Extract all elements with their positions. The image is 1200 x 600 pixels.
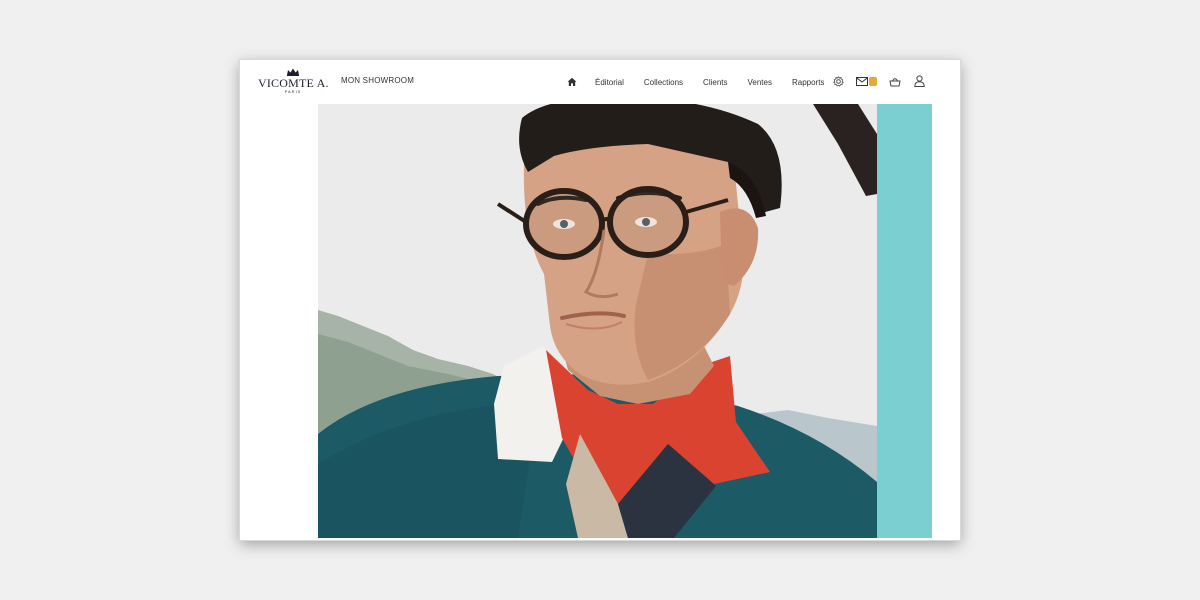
crown-icon bbox=[287, 68, 299, 76]
main-nav: Éditorial Collections Clients Ventes Rap… bbox=[567, 74, 844, 90]
nav-item-collections[interactable]: Collections bbox=[644, 78, 683, 87]
hero-image bbox=[318, 104, 877, 538]
page-backdrop: VICOMTE A. PARIS MON SHOWROOM Éditorial … bbox=[0, 0, 1200, 600]
nav-item-clients[interactable]: Clients bbox=[703, 78, 727, 87]
main-content bbox=[240, 104, 960, 540]
user-icon[interactable] bbox=[913, 75, 925, 87]
nav-item-editorial[interactable]: Éditorial bbox=[595, 78, 624, 87]
nav-item-rapports[interactable]: Rapports bbox=[792, 78, 824, 87]
home-icon[interactable] bbox=[567, 77, 577, 87]
top-navigation-bar: VICOMTE A. PARIS MON SHOWROOM Éditorial … bbox=[240, 60, 960, 105]
showroom-link[interactable]: MON SHOWROOM bbox=[341, 76, 414, 85]
notification-badge bbox=[869, 76, 877, 86]
browser-window: VICOMTE A. PARIS MON SHOWROOM Éditorial … bbox=[240, 60, 960, 540]
basket-icon[interactable] bbox=[889, 75, 901, 87]
messages-button[interactable] bbox=[856, 76, 877, 86]
brand-logo[interactable]: VICOMTE A. PARIS bbox=[258, 68, 328, 98]
teal-side-panel bbox=[877, 104, 932, 538]
brand-name: VICOMTE A. bbox=[258, 76, 329, 90]
nav-item-ventes[interactable]: Ventes bbox=[748, 78, 772, 87]
settings-icon[interactable] bbox=[832, 75, 844, 87]
hero-photo-illustration bbox=[318, 104, 877, 538]
utility-icons bbox=[832, 75, 937, 87]
mail-icon bbox=[856, 76, 868, 86]
bottom-divider bbox=[240, 538, 960, 540]
